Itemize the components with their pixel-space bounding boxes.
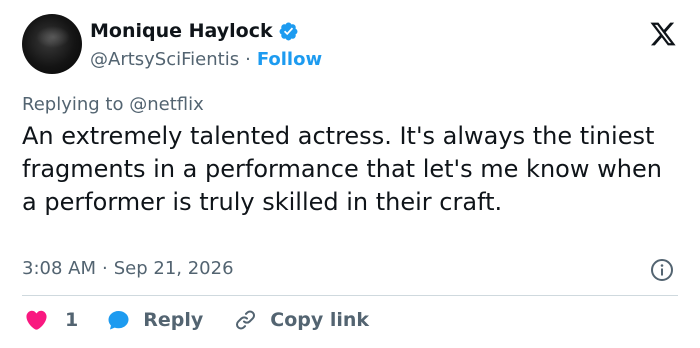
author-name-row: Monique Haylock [90,20,299,42]
like-button[interactable]: 1 [24,308,78,332]
link-icon [236,310,256,330]
separator: · [245,49,251,70]
heart-icon [26,310,47,330]
reply-button[interactable]: Reply [106,308,203,332]
follow-button[interactable]: Follow [257,49,322,70]
like-count: 1 [65,309,79,331]
copy-link-button[interactable]: Copy link [233,308,369,332]
copy-link-label: Copy link [270,309,370,331]
author-handle-row: @ArtsySciFientis · Follow [90,49,322,70]
avatar-image [36,26,70,48]
speech-bubble-icon [108,311,129,330]
info-icon[interactable] [650,258,674,282]
avatar[interactable] [22,14,82,74]
tweet-date: Sep 21, 2026 [113,258,234,279]
replying-to-label: Replying to [22,94,124,115]
author-name[interactable]: Monique Haylock [90,20,273,42]
divider [22,295,678,296]
tweet-timestamp[interactable]: 3:08 AM · Sep 21, 2026 [22,258,234,279]
verified-badge-icon [279,22,298,40]
reply-mention-link[interactable]: @netflix [129,94,204,115]
author-handle[interactable]: @ArtsySciFientis [90,49,239,70]
separator: · [102,258,108,279]
replying-to: Replying to @netflix [22,94,204,115]
tweet-time: 3:08 AM [22,258,96,279]
reply-label: Reply [143,309,204,331]
action-bar: 1 Reply Copy link [24,308,369,332]
x-logo-icon[interactable] [648,20,678,48]
tweet-text: An extremely talented actress. It's alwa… [22,122,662,216]
